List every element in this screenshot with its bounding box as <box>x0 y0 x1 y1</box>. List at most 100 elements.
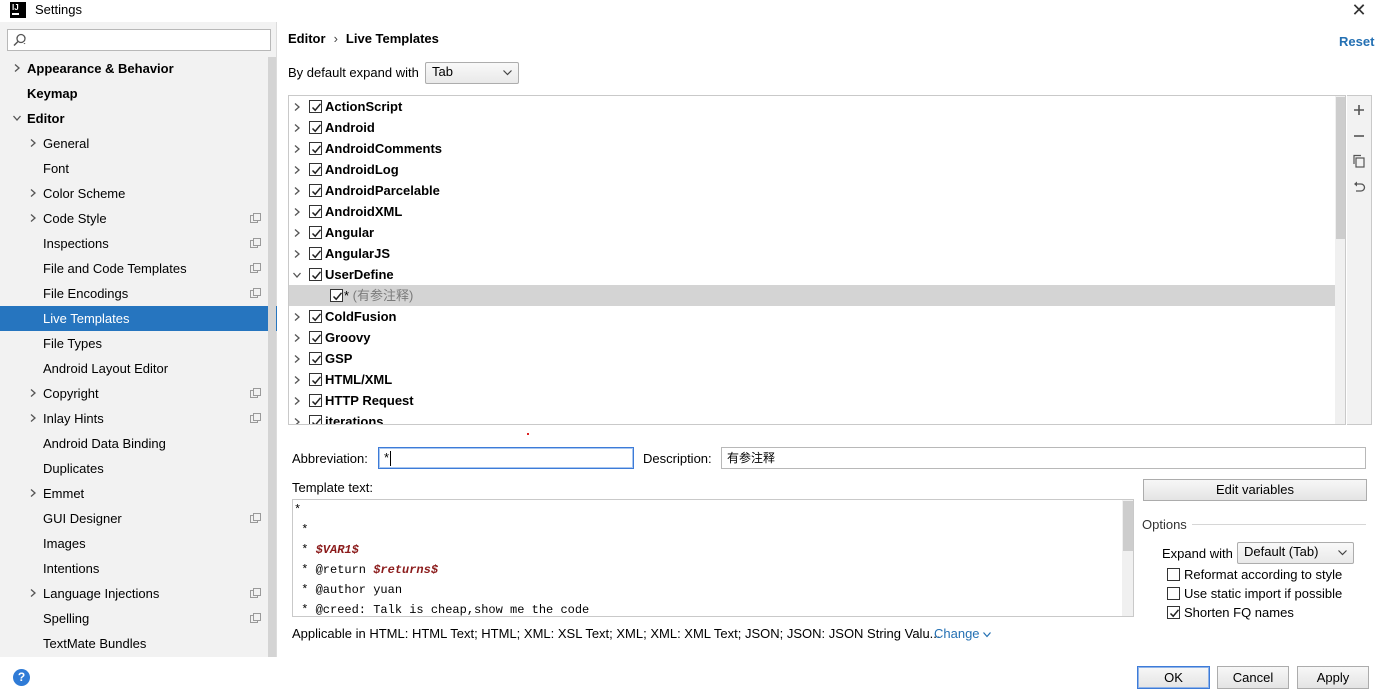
chevron-right-icon[interactable] <box>293 187 301 195</box>
group-checkbox[interactable] <box>309 184 322 197</box>
template-checkbox[interactable] <box>330 289 343 302</box>
group-checkbox[interactable] <box>309 226 322 239</box>
sidebar-item[interactable]: Spelling <box>0 606 277 631</box>
template-group-row[interactable]: AndroidParcelable <box>289 180 1335 201</box>
apply-button[interactable]: Apply <box>1297 666 1369 689</box>
chevron-right-icon[interactable] <box>293 124 301 132</box>
sidebar-item[interactable]: GUI Designer <box>0 506 277 531</box>
group-checkbox[interactable] <box>309 100 322 113</box>
ok-button[interactable]: OK <box>1137 666 1210 689</box>
description-input[interactable]: 有参注释 <box>721 447 1366 469</box>
chevron-down-icon[interactable] <box>13 114 21 122</box>
template-group-row[interactable]: ActionScript <box>289 96 1335 117</box>
sidebar-item[interactable]: Keymap <box>0 81 277 106</box>
chevron-right-icon[interactable] <box>29 189 37 197</box>
tree-scroll-thumb[interactable] <box>1336 97 1345 239</box>
abbreviation-input[interactable]: * <box>378 447 634 469</box>
template-group-row[interactable]: AndroidComments <box>289 138 1335 159</box>
template-group-row[interactable]: Groovy <box>289 327 1335 348</box>
expand-with-dropdown[interactable]: Default (Tab) <box>1237 542 1354 564</box>
group-checkbox[interactable] <box>309 394 322 407</box>
group-checkbox[interactable] <box>309 331 322 344</box>
template-group-row[interactable]: HTTP Request <box>289 390 1335 411</box>
chevron-right-icon[interactable] <box>293 418 301 425</box>
sidebar-item[interactable]: File Encodings <box>0 281 277 306</box>
chevron-right-icon[interactable] <box>293 355 301 363</box>
template-group-row[interactable]: AndroidLog <box>289 159 1335 180</box>
chevron-right-icon[interactable] <box>29 214 37 222</box>
group-checkbox[interactable] <box>309 205 322 218</box>
sidebar-item[interactable]: Images <box>0 531 277 556</box>
chevron-right-icon[interactable] <box>293 103 301 111</box>
sidebar-item[interactable]: File Types <box>0 331 277 356</box>
option-checkbox[interactable] <box>1167 587 1180 600</box>
template-group-row[interactable]: HTML/XML <box>289 369 1335 390</box>
group-checkbox[interactable] <box>309 373 322 386</box>
group-checkbox[interactable] <box>309 121 322 134</box>
template-group-row[interactable]: GSP <box>289 348 1335 369</box>
group-checkbox[interactable] <box>309 142 322 155</box>
default-expand-dropdown[interactable]: Tab <box>425 62 519 84</box>
sidebar-item[interactable]: Language Injections <box>0 581 277 606</box>
editor-scroll-thumb[interactable] <box>1123 501 1133 551</box>
copy-icon[interactable] <box>1352 154 1366 168</box>
search-input[interactable] <box>7 29 271 51</box>
cancel-button[interactable]: Cancel <box>1217 666 1289 689</box>
help-button[interactable]: ? <box>13 669 30 686</box>
chevron-right-icon[interactable] <box>293 145 301 153</box>
sidebar-item[interactable]: Copyright <box>0 381 277 406</box>
template-group-row[interactable]: AngularJS <box>289 243 1335 264</box>
chevron-right-icon[interactable] <box>29 489 37 497</box>
template-group-row[interactable]: Android <box>289 117 1335 138</box>
chevron-right-icon[interactable] <box>293 166 301 174</box>
sidebar-item[interactable]: TextMate Bundles <box>0 631 277 656</box>
chevron-right-icon[interactable] <box>293 376 301 384</box>
template-group-row[interactable]: UserDefine <box>289 264 1335 285</box>
sidebar-item[interactable]: Appearance & Behavior <box>0 56 277 81</box>
template-group-row[interactable]: iterations <box>289 411 1335 425</box>
chevron-right-icon[interactable] <box>293 229 301 237</box>
group-checkbox[interactable] <box>309 310 322 323</box>
group-checkbox[interactable] <box>309 352 322 365</box>
sidebar-item[interactable]: Emmet <box>0 481 277 506</box>
add-icon[interactable] <box>1352 103 1366 117</box>
sidebar-item[interactable]: Android Layout Editor <box>0 356 277 381</box>
sidebar-item[interactable]: Live Templates <box>0 306 277 331</box>
sidebar-item[interactable]: Inlay Hints <box>0 406 277 431</box>
option-checkbox[interactable] <box>1167 568 1180 581</box>
chevron-right-icon[interactable] <box>29 589 37 597</box>
restore-icon[interactable] <box>1352 180 1366 194</box>
edit-variables-button[interactable]: Edit variables <box>1143 479 1367 501</box>
sidebar-item[interactable]: Font <box>0 156 277 181</box>
chevron-right-icon[interactable] <box>13 64 21 72</box>
sidebar-item[interactable]: Color Scheme <box>0 181 277 206</box>
group-checkbox[interactable] <box>309 163 322 176</box>
sidebar-item[interactable]: Inspections <box>0 231 277 256</box>
template-row[interactable]: * (有参注释) <box>289 285 1335 306</box>
sidebar-scroll-thumb[interactable] <box>268 57 276 657</box>
sidebar-item[interactable]: Duplicates <box>0 456 277 481</box>
group-checkbox[interactable] <box>309 268 322 281</box>
template-text-editor[interactable]: * * * $VAR1$ * @return $returns$ * @auth… <box>292 499 1134 617</box>
chevron-right-icon[interactable] <box>293 397 301 405</box>
reset-link[interactable]: Reset <box>1339 34 1374 49</box>
remove-icon[interactable] <box>1352 129 1366 143</box>
close-icon[interactable]: ✕ <box>1349 0 1369 20</box>
chevron-right-icon[interactable] <box>293 208 301 216</box>
sidebar-item[interactable]: Code Style <box>0 206 277 231</box>
sidebar-item[interactable]: Editor <box>0 106 277 131</box>
template-group-row[interactable]: AndroidXML <box>289 201 1335 222</box>
chevron-right-icon[interactable] <box>293 250 301 258</box>
sidebar-item[interactable]: Android Data Binding <box>0 431 277 456</box>
sidebar-item[interactable]: General <box>0 131 277 156</box>
group-checkbox[interactable] <box>309 247 322 260</box>
sidebar-item[interactable]: File and Code Templates <box>0 256 277 281</box>
chevron-right-icon[interactable] <box>29 389 37 397</box>
chevron-right-icon[interactable] <box>29 139 37 147</box>
chevron-right-icon[interactable] <box>293 313 301 321</box>
sidebar-item[interactable]: Intentions <box>0 556 277 581</box>
chevron-right-icon[interactable] <box>293 334 301 342</box>
chevron-right-icon[interactable] <box>29 414 37 422</box>
option-checkbox[interactable] <box>1167 606 1180 619</box>
template-group-row[interactable]: ColdFusion <box>289 306 1335 327</box>
